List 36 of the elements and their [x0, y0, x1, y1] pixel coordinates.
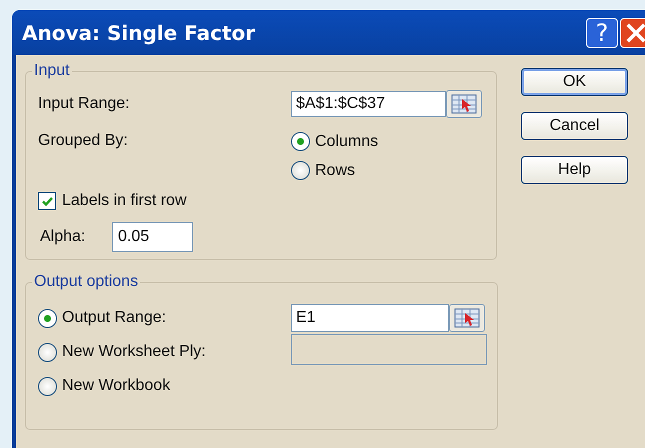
radio-label: Columns — [315, 132, 378, 150]
range-picker-button[interactable] — [449, 304, 485, 332]
close-button[interactable] — [620, 18, 645, 48]
help-button[interactable]: ? — [586, 18, 618, 48]
input-range-field[interactable]: $A$1:$C$37 — [291, 91, 446, 117]
radio-label: New Workbook — [62, 377, 170, 395]
range-select-icon — [454, 308, 480, 328]
close-icon — [625, 22, 645, 44]
output-range-field[interactable]: E1 — [291, 304, 449, 332]
radio-button[interactable] — [291, 161, 310, 180]
radio-label: Output Range: — [62, 309, 166, 327]
radio-label: New Worksheet Ply: — [62, 343, 206, 361]
dialog-button[interactable]: Cancel — [521, 112, 628, 140]
alpha-field[interactable]: 0.05 — [112, 222, 193, 252]
grouped-by-label: Grouped By: — [38, 132, 129, 150]
radio-button[interactable] — [291, 132, 310, 151]
sheet-name-field[interactable] — [291, 334, 487, 364]
range-picker-button[interactable] — [446, 90, 482, 118]
radio-label: Rows — [315, 162, 356, 180]
radio-button[interactable] — [38, 376, 57, 396]
range-select-icon — [451, 94, 477, 114]
group-legend: Input — [32, 62, 72, 80]
group-legend: Output options — [32, 273, 140, 291]
radio-button[interactable] — [38, 342, 57, 362]
alpha-label: Alpha: — [39, 228, 86, 246]
checkbox-label: Labels in first row — [62, 192, 186, 210]
field-value: E1 — [296, 309, 316, 327]
dialog-button[interactable]: Help — [521, 156, 628, 184]
input-range-label: Input Range: — [38, 95, 131, 113]
window-title: Anova: Single Factor — [22, 20, 256, 44]
checkbox[interactable] — [38, 192, 56, 210]
radio-button[interactable] — [38, 308, 57, 328]
field-value: $A$1:$C$37 — [296, 95, 385, 113]
checkmark-icon — [40, 194, 54, 208]
field-value: 0.05 — [118, 228, 150, 246]
dialog-button[interactable]: OK — [521, 68, 628, 96]
